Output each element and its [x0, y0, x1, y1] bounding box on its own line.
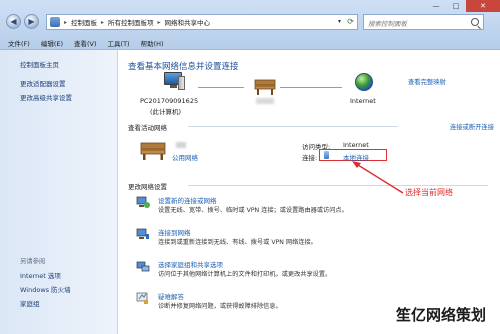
search-placeholder: 搜索控制面板: [368, 20, 407, 28]
task-title[interactable]: 设置新的连接或网络: [158, 195, 217, 205]
window-chrome: — □ ✕ ◀ ▶ ▸ 控制面板 ▸ 所有控制面板项 ▸ 网络和共享中心 ▾ ⟳…: [0, 0, 500, 50]
address-dropdown-icon[interactable]: ▾: [338, 18, 341, 25]
address-bar[interactable]: ▸ 控制面板 ▸ 所有控制面板项 ▸ 网络和共享中心 ▾ ⟳: [46, 14, 358, 30]
sidebar-item-firewall[interactable]: Windows 防火墙: [20, 284, 71, 294]
search-icon[interactable]: [471, 18, 479, 26]
task-desc: 连接到或重新连接到无线、有线、拨号或 VPN 网络连接。: [158, 239, 317, 246]
back-button[interactable]: ◀: [6, 14, 21, 29]
computer-sub-label: (此计算机): [150, 108, 182, 116]
menu-view[interactable]: 查看(V): [74, 38, 97, 48]
computer-icon: [164, 72, 186, 92]
task-desc: 访问位于其他网络计算机上的文件和打印机，或更改共享设置。: [158, 271, 332, 278]
task-title[interactable]: 选择家庭组和共享选项: [158, 259, 223, 269]
menu-tools[interactable]: 工具(T): [108, 38, 130, 48]
task-title[interactable]: 连接到网络: [158, 227, 191, 237]
sidebar: 控制面板主页 更改适配器设置 更改高级共享设置 另请参阅 Internet 选项…: [0, 50, 118, 334]
active-networks-label: 查看活动网络: [128, 124, 167, 132]
troubleshoot-icon: [136, 292, 148, 304]
watermark: 笙亿网络策划: [396, 306, 487, 324]
menu-file[interactable]: 文件(F): [8, 38, 30, 48]
access-type-value: Internet: [343, 141, 369, 149]
connection-label: 连接:: [302, 154, 318, 162]
computer-name: PC201709091625: [140, 97, 199, 105]
task-desc: 设置无线、宽带、拨号、临时或 VPN 连接；或设置路由器或访问点。: [158, 207, 348, 214]
map-link-line-2: [280, 87, 342, 88]
sidebar-item-adapter-settings[interactable]: 更改适配器设置: [20, 78, 66, 88]
sidebar-item-homegroup[interactable]: 家庭组: [20, 298, 40, 308]
refresh-icon[interactable]: ⟳: [347, 17, 354, 26]
annotation-text: 选择当前网络: [405, 188, 453, 197]
task-title[interactable]: 疑难解答: [158, 291, 184, 301]
menu-edit[interactable]: 编辑(E): [41, 38, 63, 48]
internet-globe-icon: [355, 73, 373, 91]
network-name-redacted: [256, 98, 274, 104]
menu-bar: 文件(F) 编辑(E) 查看(V) 工具(T) 帮助(H): [0, 36, 500, 50]
page-title: 查看基本网络信息并设置连接: [128, 62, 239, 72]
maximize-button[interactable]: □: [446, 0, 466, 12]
close-button[interactable]: ✕: [466, 0, 500, 12]
sidebar-item-home[interactable]: 控制面板主页: [20, 59, 59, 69]
sidebar-item-internet-options[interactable]: Internet 选项: [20, 270, 61, 280]
control-panel-icon: [50, 17, 60, 27]
see-also-heading: 另请参阅: [20, 258, 46, 265]
connect-disconnect-link[interactable]: 连接或断开连接: [450, 122, 494, 131]
local-connection-link[interactable]: 本地连接: [343, 152, 369, 162]
breadcrumb-all-items[interactable]: 所有控制面板项: [108, 17, 154, 27]
new-connection-icon: [136, 196, 150, 208]
task-desc: 诊断并修复网络问题，或获得故障排除信息。: [158, 303, 282, 310]
search-input[interactable]: 搜索控制面板: [363, 14, 484, 30]
change-settings-label: 更改网络设置: [128, 183, 167, 191]
wired-connection-icon: [324, 151, 329, 159]
sidebar-item-advanced-sharing[interactable]: 更改高级共享设置: [20, 92, 72, 102]
breadcrumb-network-center[interactable]: 网络和共享中心: [165, 17, 211, 27]
breadcrumb-control-panel[interactable]: 控制面板: [71, 17, 97, 27]
full-map-link[interactable]: 查看完整映射: [408, 77, 446, 86]
map-link-line: [198, 87, 244, 88]
menu-help[interactable]: 帮助(H): [141, 38, 164, 48]
forward-button[interactable]: ▶: [24, 14, 39, 29]
section-divider: [188, 126, 398, 127]
minimize-button[interactable]: —: [426, 0, 446, 12]
internet-label: Internet: [350, 97, 376, 105]
connect-network-icon: [136, 228, 149, 239]
section-divider-2: [188, 185, 488, 186]
active-network-name-redacted: [176, 142, 186, 148]
network-type-link[interactable]: 公用网络: [172, 152, 198, 162]
network-bench-icon: [254, 79, 276, 95]
homegroup-icon: [136, 261, 150, 272]
active-network-bench-icon: [140, 142, 166, 160]
